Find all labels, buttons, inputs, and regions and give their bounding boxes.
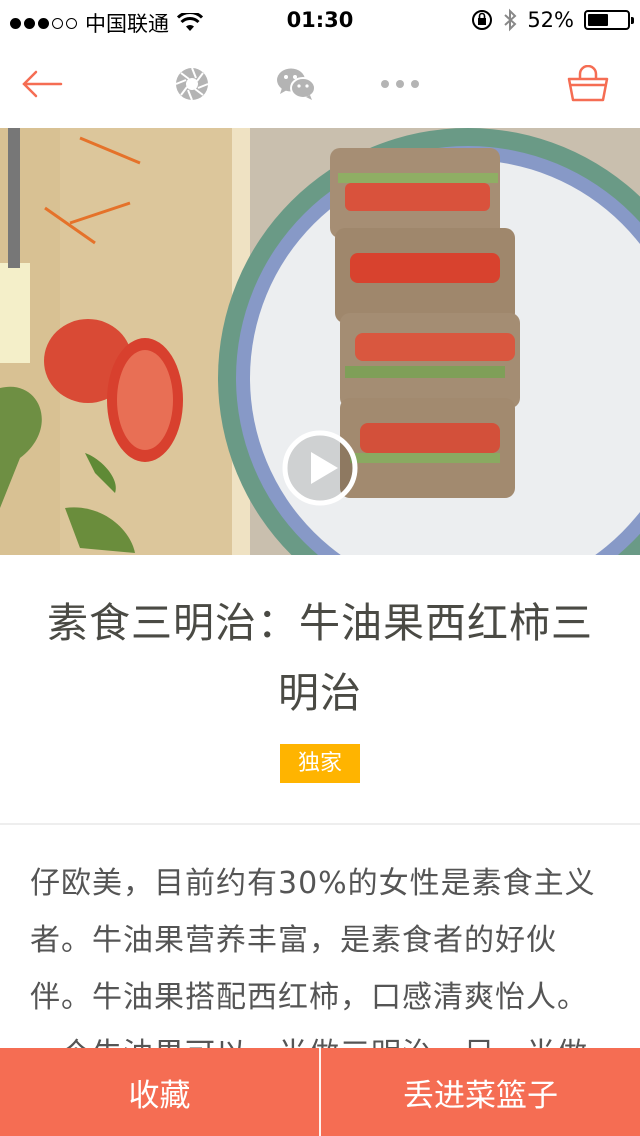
moments-share-button[interactable] xyxy=(172,62,212,106)
more-button[interactable] xyxy=(378,62,422,106)
rotation-lock-icon xyxy=(472,10,493,30)
favorite-button[interactable]: 收藏 xyxy=(0,1048,319,1136)
back-button[interactable] xyxy=(20,62,64,106)
section-divider xyxy=(0,823,640,825)
battery-percent: 52% xyxy=(527,8,574,32)
battery-icon xyxy=(584,10,634,30)
recipe-video[interactable] xyxy=(0,128,640,555)
wechat-icon xyxy=(277,68,316,100)
more-dots-icon xyxy=(381,80,419,88)
add-to-basket-button[interactable]: 丢进菜篮子 xyxy=(321,1048,640,1136)
camera-aperture-icon xyxy=(175,67,209,101)
play-icon[interactable] xyxy=(282,430,358,506)
bottom-action-bar: 收藏 丢进菜篮子 xyxy=(0,1048,640,1136)
exclusive-badge: 独家 xyxy=(280,744,360,783)
status-bar: 中国联通 01:30 52% xyxy=(0,0,640,40)
top-nav xyxy=(0,40,640,128)
basket-icon xyxy=(567,65,609,102)
action-separator xyxy=(319,1048,321,1136)
recipe-title: 素食三明治：牛油果西红柿三明治 xyxy=(47,599,593,717)
wechat-share-button[interactable] xyxy=(274,62,318,106)
bluetooth-icon xyxy=(504,8,517,32)
basket-button[interactable] xyxy=(564,62,612,106)
back-arrow-icon xyxy=(22,70,63,98)
